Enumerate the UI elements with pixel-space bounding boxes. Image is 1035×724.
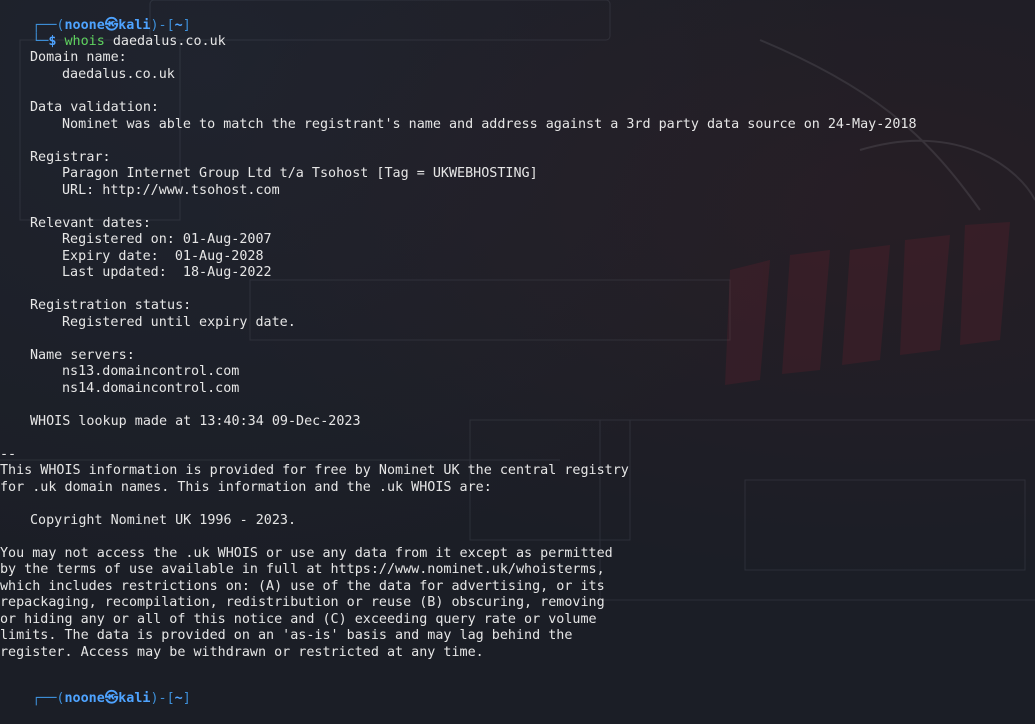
name-servers-label: Name servers: bbox=[30, 348, 135, 363]
prompt-box-bottom: └─ bbox=[32, 34, 49, 49]
terms-line: repackaging, recompilation, redistributi… bbox=[0, 595, 605, 610]
copyright-line: Copyright Nominet UK 1996 - 2023. bbox=[30, 513, 297, 528]
data-validation-value: Nominet was able to match the registrant… bbox=[62, 117, 917, 132]
registrar-url: URL: http://www.tsohost.com bbox=[62, 183, 280, 198]
registrar-label: Registrar: bbox=[30, 150, 111, 165]
prompt-line: ┌──(noone㉿kali)-[~] bbox=[32, 18, 191, 33]
domain-name-value: daedalus.co.uk bbox=[62, 67, 175, 82]
output-separator: -- bbox=[0, 447, 17, 462]
name-server-2: ns14.domaincontrol.com bbox=[62, 381, 240, 396]
command-argument: daedalus.co.uk bbox=[112, 34, 226, 49]
command-line[interactable]: └─$ whois daedalus.co.uk bbox=[0, 16, 226, 49]
info-line: This WHOIS information is provided for f… bbox=[0, 463, 629, 478]
lookup-timestamp: WHOIS lookup made at 13:40:34 09-Dec-202… bbox=[30, 414, 361, 429]
registration-status-value: Registered until expiry date. bbox=[62, 315, 296, 330]
terminal-window[interactable]: ┌──(noone㉿kali)-[~] └─$ whois daedalus.c… bbox=[0, 0, 1035, 706]
registered-on: Registered on: 01-Aug-2007 bbox=[62, 232, 272, 247]
registration-status-label: Registration status: bbox=[30, 298, 192, 313]
domain-name-label: Domain name: bbox=[30, 50, 127, 65]
registrar-name: Paragon Internet Group Ltd t/a Tsohost [… bbox=[62, 166, 538, 181]
prompt-at-symbol: ㉿ bbox=[104, 691, 119, 706]
prompt-host: kali bbox=[118, 691, 151, 706]
info-line: for .uk domain names. This information a… bbox=[0, 480, 492, 495]
name-server-1: ns13.domaincontrol.com bbox=[62, 364, 240, 379]
relevant-dates-label: Relevant dates: bbox=[30, 216, 151, 231]
prompt-box-top: ┌──( bbox=[32, 691, 65, 706]
command-name: whois bbox=[64, 34, 105, 49]
expiry-date: Expiry date: 01-Aug-2028 bbox=[62, 249, 264, 264]
data-validation-label: Data validation: bbox=[30, 100, 159, 115]
prompt-dollar: $ bbox=[48, 34, 57, 49]
terms-line: register. Access may be withdrawn or res… bbox=[0, 645, 484, 660]
terms-line: limits. The data is provided on an 'as-i… bbox=[0, 628, 573, 643]
terms-line: by the terms of use available in full at… bbox=[0, 562, 605, 577]
last-updated: Last updated: 18-Aug-2022 bbox=[62, 265, 272, 280]
prompt-cwd: ~ bbox=[174, 691, 183, 706]
prompt-user: noone bbox=[64, 691, 105, 706]
terms-line: which includes restrictions on: (A) use … bbox=[0, 579, 605, 594]
terms-line: You may not access the .uk WHOIS or use … bbox=[0, 546, 613, 561]
next-prompt-line: ┌──(noone㉿kali)-[~] bbox=[32, 691, 191, 706]
terms-line: or hiding any or all of this notice and … bbox=[0, 612, 597, 627]
